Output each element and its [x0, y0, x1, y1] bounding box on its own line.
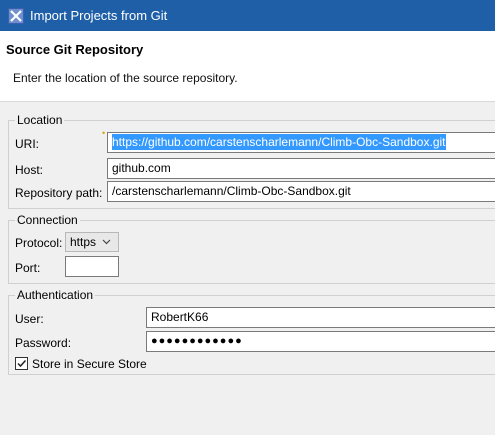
password-field[interactable]: ●●●●●●●●●●●●: [146, 331, 495, 352]
port-label: Port:: [15, 261, 41, 275]
app-icon: [8, 7, 24, 24]
host-label: Host:: [15, 163, 44, 177]
title-bar: Import Projects from Git: [0, 0, 495, 31]
user-field[interactable]: RobertK66: [146, 307, 495, 328]
page-title: Source Git Repository: [6, 42, 144, 57]
host-field[interactable]: github.com: [107, 158, 495, 179]
protocol-dropdown[interactable]: https: [65, 232, 119, 252]
protocol-value: https: [70, 235, 97, 249]
page-description: Enter the location of the source reposit…: [13, 71, 238, 85]
location-group-label: Location: [15, 113, 65, 127]
port-field[interactable]: [65, 256, 119, 277]
chevron-down-icon: [102, 239, 111, 245]
store-secure-checkbox[interactable]: [15, 357, 28, 370]
repository-path-label: Repository path:: [15, 186, 103, 200]
wizard-header: Source Git Repository Enter the location…: [0, 31, 495, 102]
uri-field-value: https://github.com/carstenscharlemann/Cl…: [112, 134, 446, 150]
uri-field[interactable]: https://github.com/carstenscharlemann/Cl…: [107, 132, 495, 153]
user-label: User:: [15, 312, 44, 326]
window-title: Import Projects from Git: [30, 8, 168, 23]
uri-label: URI:: [15, 137, 39, 151]
protocol-label: Protocol:: [15, 236, 63, 250]
store-secure-label[interactable]: Store in Secure Store: [32, 357, 147, 371]
repository-path-field[interactable]: /carstenscharlemann/Climb-Obc-Sandbox.gi…: [107, 181, 495, 202]
required-marker-icon: •: [102, 128, 106, 138]
checkmark-icon: [17, 359, 27, 368]
password-label: Password:: [15, 336, 72, 350]
authentication-group-label: Authentication: [15, 288, 96, 302]
connection-group-label: Connection: [15, 213, 80, 227]
